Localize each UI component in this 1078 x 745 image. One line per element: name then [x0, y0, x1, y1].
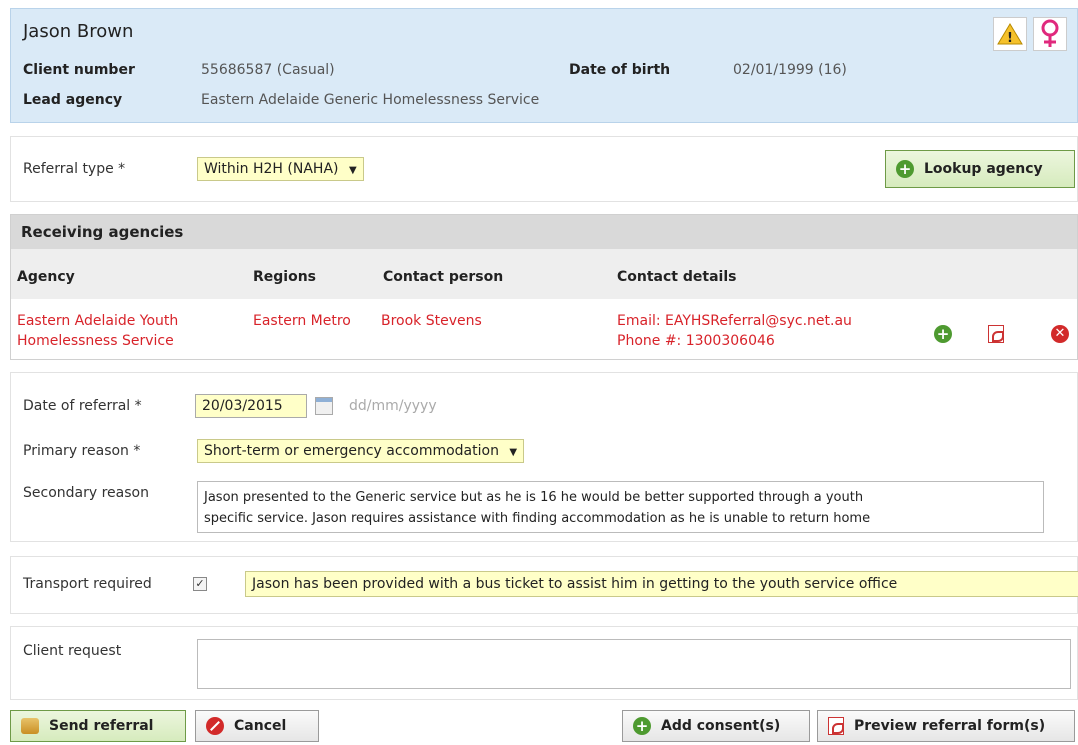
agency-table-header: Agency Regions Contact person Contact de… — [11, 249, 1077, 299]
add-icon: + — [633, 717, 651, 735]
client-request-panel: Client request — [10, 626, 1078, 700]
svg-text:!: ! — [1007, 31, 1013, 46]
send-referral-label: Send referral — [49, 718, 154, 734]
dropdown-arrow-icon: ▼ — [348, 165, 357, 176]
preview-referral-label: Preview referral form(s) — [854, 718, 1046, 734]
add-icon: + — [896, 160, 914, 178]
lead-agency-value: Eastern Adelaide Generic Homelessness Se… — [201, 92, 540, 108]
primary-reason-value: Short-term or emergency accommodation — [204, 443, 499, 459]
pdf-icon[interactable] — [988, 325, 1004, 343]
send-icon — [21, 718, 39, 734]
warning-alert[interactable]: ! — [993, 17, 1027, 51]
receiving-agencies-panel: Receiving agencies Agency Regions Contac… — [10, 214, 1078, 360]
col-contact-person: Contact person — [383, 269, 504, 285]
dob-value: 02/01/1999 (16) — [733, 62, 847, 78]
col-regions: Regions — [253, 269, 317, 285]
referral-details-panel: Date of referral * 20/03/2015 dd/mm/yyyy… — [10, 372, 1078, 542]
agency-region: Eastern Metro — [253, 313, 351, 329]
agency-name[interactable]: Eastern Adelaide Youth Homelessness Serv… — [17, 311, 178, 351]
preview-referral-button[interactable]: Preview referral form(s) — [817, 710, 1075, 742]
add-consent-label: Add consent(s) — [661, 718, 781, 734]
col-contact-details: Contact details — [617, 269, 737, 285]
female-icon — [1041, 19, 1059, 47]
agency-contact-person: Brook Stevens — [381, 313, 482, 329]
transport-required-checkbox[interactable]: ✓ — [193, 577, 207, 591]
referral-type-select[interactable]: Within H2H (NAHA) ▼ — [197, 157, 364, 181]
agency-name-line2: Homelessness Service — [17, 333, 174, 349]
cancel-button[interactable]: Cancel — [195, 710, 319, 742]
date-format-hint: dd/mm/yyyy — [349, 398, 437, 414]
add-contact-icon[interactable]: + — [934, 325, 952, 343]
agency-contact-details: Email: EAYHSReferral@syc.net.au Phone #:… — [617, 311, 852, 351]
secondary-reason-label: Secondary reason — [23, 485, 149, 501]
transport-required-label: Transport required — [23, 576, 152, 592]
cancel-icon — [206, 717, 224, 735]
secondary-reason-line1: Jason presented to the Generic service b… — [204, 490, 864, 505]
warning-icon: ! — [997, 23, 1023, 46]
client-request-label: Client request — [23, 643, 122, 659]
referral-type-label: Referral type * — [23, 161, 126, 177]
cancel-label: Cancel — [234, 718, 287, 734]
receiving-agencies-title: Receiving agencies — [11, 215, 1077, 249]
agency-phone: Phone #: 1300306046 — [617, 333, 775, 349]
agency-name-line1: Eastern Adelaide Youth — [17, 313, 179, 329]
client-request-textarea[interactable] — [197, 639, 1071, 689]
agency-email: Email: EAYHSReferral@syc.net.au — [617, 313, 852, 329]
gender-indicator[interactable] — [1033, 17, 1067, 51]
dropdown-arrow-icon: ▼ — [509, 447, 518, 458]
transport-note-input[interactable]: Jason has been provided with a bus ticke… — [245, 571, 1078, 597]
table-row: Eastern Adelaide Youth Homelessness Serv… — [11, 299, 1077, 361]
referral-type-value: Within H2H (NAHA) — [204, 161, 339, 177]
date-of-referral-label: Date of referral * — [23, 398, 142, 414]
add-consent-button[interactable]: + Add consent(s) — [622, 710, 810, 742]
calendar-icon[interactable] — [315, 397, 333, 415]
client-number-value: 55686587 (Casual) — [201, 62, 335, 78]
col-agency: Agency — [17, 269, 75, 285]
client-name: Jason Brown — [23, 21, 134, 42]
remove-icon[interactable]: ✕ — [1051, 325, 1069, 343]
send-referral-button[interactable]: Send referral — [10, 710, 186, 742]
lookup-agency-button[interactable]: + Lookup agency — [885, 150, 1075, 188]
secondary-reason-line2: specific service. Jason requires assista… — [204, 511, 871, 526]
date-of-referral-input[interactable]: 20/03/2015 — [195, 394, 307, 418]
secondary-reason-textarea[interactable]: Jason presented to the Generic service b… — [197, 481, 1044, 533]
primary-reason-select[interactable]: Short-term or emergency accommodation ▼ — [197, 439, 525, 463]
transport-panel: Transport required ✓ Jason has been prov… — [10, 556, 1078, 614]
lead-agency-label: Lead agency — [23, 92, 123, 108]
dob-label: Date of birth — [569, 62, 671, 78]
lookup-agency-label: Lookup agency — [924, 161, 1043, 177]
client-number-label: Client number — [23, 62, 135, 78]
client-header: Jason Brown Client number 55686587 (Casu… — [10, 8, 1078, 123]
referral-type-panel: Referral type * Within H2H (NAHA) ▼ + Lo… — [10, 136, 1078, 202]
primary-reason-label: Primary reason * — [23, 443, 141, 459]
pdf-icon — [828, 717, 844, 735]
